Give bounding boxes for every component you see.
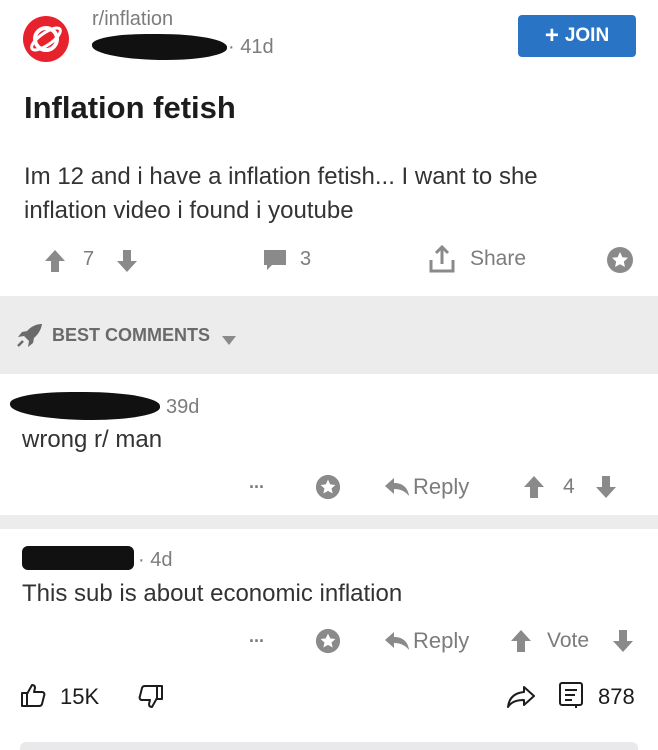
comments-icon[interactable] [558,681,584,714]
reply-button[interactable]: Reply [413,628,469,654]
comment-icon[interactable] [262,248,288,277]
comment-text: wrong r/ man [22,426,163,453]
redacted-username [22,546,134,570]
reply-icon[interactable] [384,477,410,502]
reply-button[interactable]: Reply [413,474,469,500]
post-comment-count: 3 [300,248,312,270]
bottom-divider [20,742,638,750]
comment-text: This sub is about economic inflation [22,580,403,607]
sort-label: BEST COMMENTS [52,325,211,345]
downvote-icon[interactable] [116,249,138,278]
sort-bar[interactable]: BEST COMMENTS [0,296,658,374]
share-arrow-icon[interactable] [506,685,536,714]
redacted-username [92,34,227,60]
share-button[interactable]: Share [470,247,526,271]
award-icon[interactable] [315,628,341,659]
award-icon[interactable] [315,474,341,505]
vote-label: Vote [547,629,590,652]
share-icon[interactable] [428,244,456,279]
more-options-button[interactable]: ... [249,472,264,493]
rocket-icon [16,322,44,353]
join-button[interactable]: + JOIN [518,15,636,57]
thumbs-up-icon[interactable] [20,682,46,713]
subreddit-name[interactable]: r/inflation [92,8,173,31]
comment-age: 39d [166,396,200,418]
upvote-icon[interactable] [523,475,545,504]
more-options-button[interactable]: ... [249,626,264,647]
upvote-icon[interactable] [44,249,66,278]
like-count: 15K [60,684,100,709]
thumbs-down-icon[interactable] [138,684,164,715]
downvote-icon[interactable] [612,629,634,658]
comment-age: · 4d [138,549,173,571]
post-body: Im 12 and i have a inflation fetish... I… [24,163,538,224]
post-title[interactable]: Inflation fetish [24,90,236,126]
upvote-icon[interactable] [510,629,532,658]
subreddit-icon[interactable] [22,15,70,63]
award-icon[interactable] [606,246,634,279]
comment-total: 878 [598,684,635,709]
comment-divider [0,515,658,529]
post-age: · 41d [228,36,274,58]
plus-icon: + [544,22,559,49]
post-score: 7 [83,248,95,270]
chevron-down-icon [222,332,236,350]
downvote-icon[interactable] [595,475,617,504]
comment-score: 4 [563,475,575,498]
reply-icon[interactable] [384,631,410,656]
redacted-username [10,392,160,420]
